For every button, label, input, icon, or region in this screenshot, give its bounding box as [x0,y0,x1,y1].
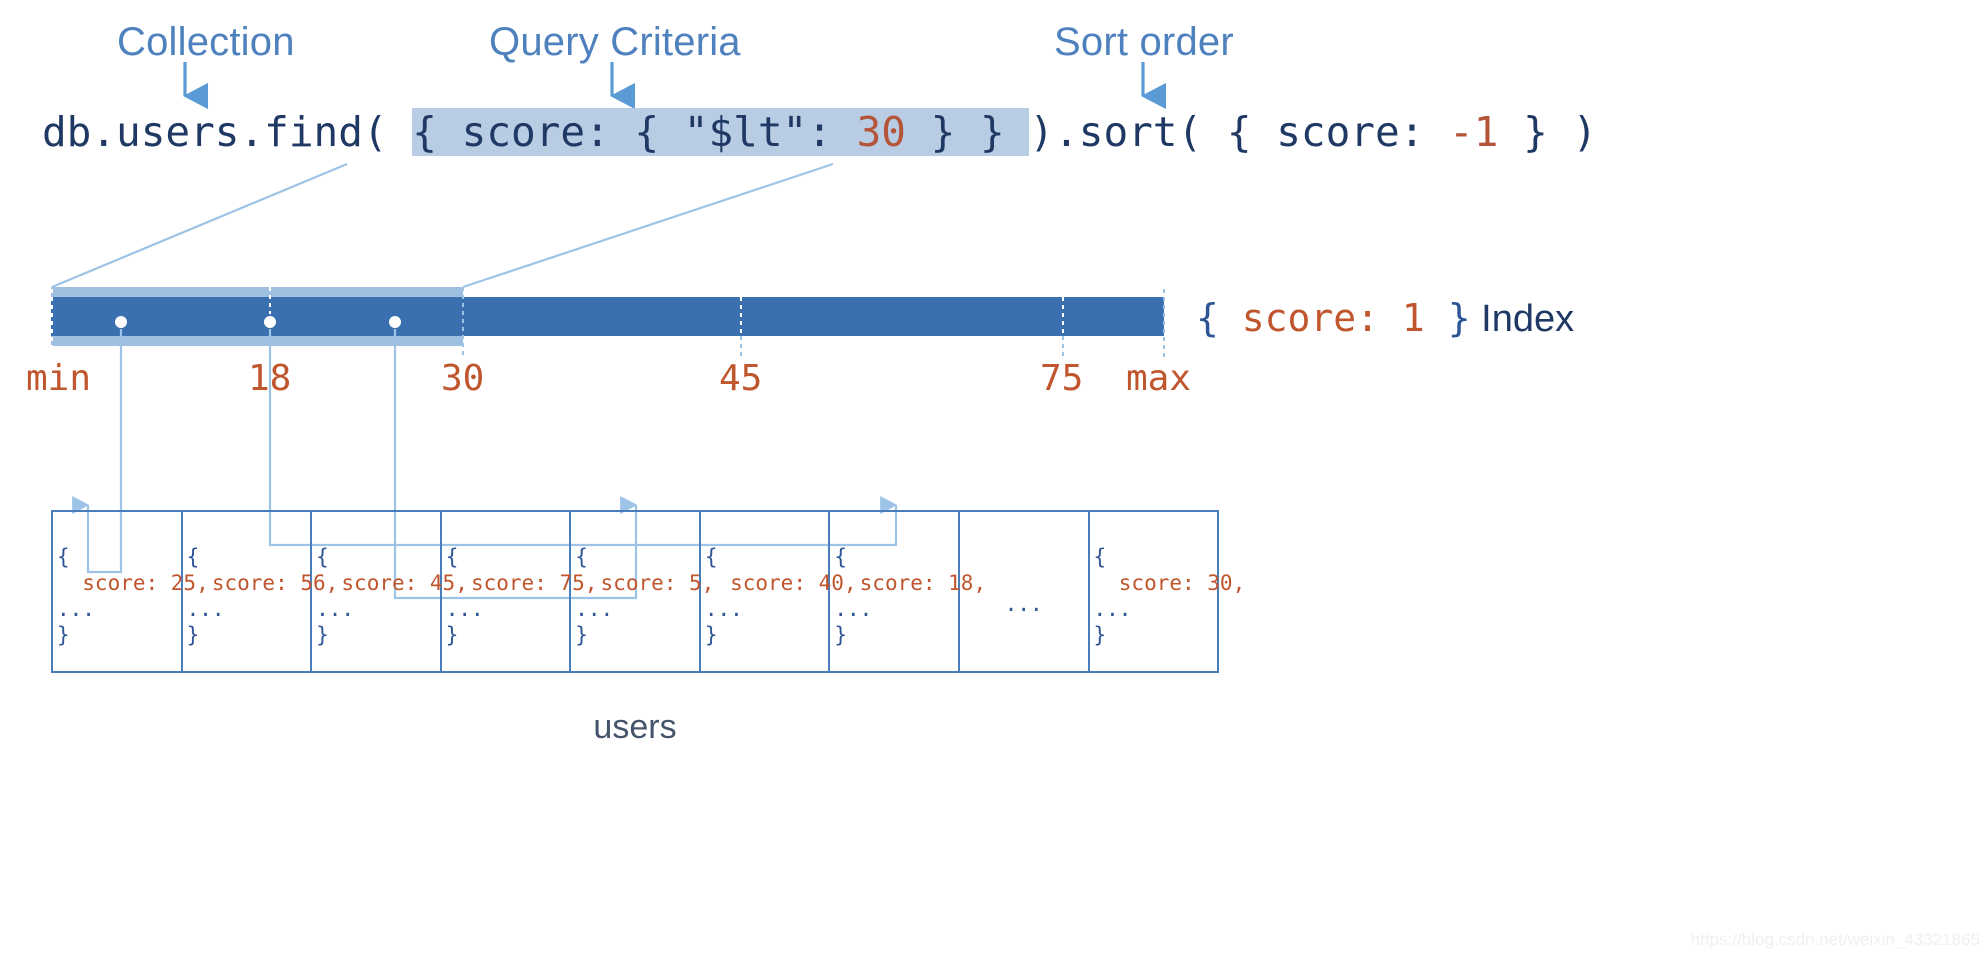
axis-label-max: max [1126,358,1192,399]
watermark: https://blog.csdn.net/weixin_43321865 [1690,930,1980,949]
document-cell[interactable]: { score: 40, ... } [701,512,857,671]
doc-open-brace: { [186,545,200,569]
doc-close-brace: } [316,623,329,647]
doc-close-brace: } [704,623,718,647]
query-criteria-highlight: { score: { "$lt": 30 } } [412,108,1030,156]
document-cell-elided[interactable]: ... [960,512,1090,671]
callout-label-sort-order: Sort order [1054,20,1234,64]
index-legend-brace-close: } [1424,296,1471,340]
document-cell[interactable]: { score: 56, ... } [183,512,338,671]
index-legend-word: Index [1470,298,1575,340]
axis-label-18: 18 [248,358,292,399]
doc-close-brace: } [575,623,588,647]
callout-label-collection: Collection [117,20,295,64]
doc-open-brace: { [57,545,70,569]
doc-open-brace: { [445,545,459,569]
diagram-canvas: Collection Query Criteria Sort order db.… [0,0,1988,956]
doc-dots: ... [834,597,873,621]
query-sort-value: -1 [1449,108,1499,156]
index-bar [51,297,1164,336]
doc-dots: ... [186,597,225,621]
query-criteria-pre: { score: { "$lt": [412,108,857,156]
projection-line-left [51,162,348,289]
document-cell[interactable]: { score: 45, ... } [312,512,468,671]
doc-close-brace: } [1093,623,1107,647]
users-collection-row: { score: 25, ... } { score: 56, ... } { … [51,510,1246,673]
query-criteria-value: 30 [856,108,906,156]
doc-open-brace: { [704,545,718,569]
doc-close-brace: } [445,623,459,647]
doc-dots: ... [704,597,743,621]
index-legend-key: score: [1218,296,1402,340]
axis-label-min: min [26,358,92,399]
axis-label-45: 45 [719,358,763,399]
index-legend-value: 1 [1401,296,1425,340]
axis-label-75: 75 [1040,358,1084,399]
query-criteria-post: } } [905,108,1030,156]
index-legend-brace-open: { [1196,296,1219,340]
doc-close-brace: } [186,623,200,647]
doc-dots: ... [575,597,614,621]
query-statement: db.users.find( { score: { "$lt": 30 } } … [42,103,1597,161]
doc-score-field: score: 30, [1093,571,1246,595]
document-cell[interactable]: { score: 30, ... } [1090,512,1246,671]
axis-label-30: 30 [441,358,485,399]
doc-dots: ... [1004,592,1043,616]
doc-dots: ... [1093,597,1132,621]
document-json: { score: 5, ... } [575,544,714,648]
doc-score-field: score: 5, [575,571,715,595]
doc-open-brace: { [834,545,848,569]
document-cell[interactable]: { score: 5, ... } [571,512,714,671]
doc-open-brace: { [575,545,588,569]
doc-close-brace: } [834,623,848,647]
query-sort-pre: ).sort( { score: [1029,108,1450,156]
doc-open-brace: { [1093,545,1107,569]
document-cell[interactable]: { score: 18, ... } [830,512,986,671]
query-sort-post: } ) [1498,108,1598,156]
doc-open-brace: { [316,545,329,569]
index-legend: { score: 1 } Index [1196,296,1574,341]
document-cell[interactable]: { score: 25, ... } [53,512,209,671]
doc-dots: ... [316,597,355,621]
query-prefix: db.users.find( [42,108,413,156]
doc-dots: ... [445,597,484,621]
document-json: { score: 30, ... } [1094,544,1246,648]
collection-caption: users [593,708,677,746]
doc-close-brace: } [57,623,70,647]
document-cell[interactable]: { score: 75, ... } [442,512,597,671]
projection-line-right [462,162,834,289]
callout-label-query-criteria: Query Criteria [489,20,741,64]
doc-dots: ... [57,597,95,621]
